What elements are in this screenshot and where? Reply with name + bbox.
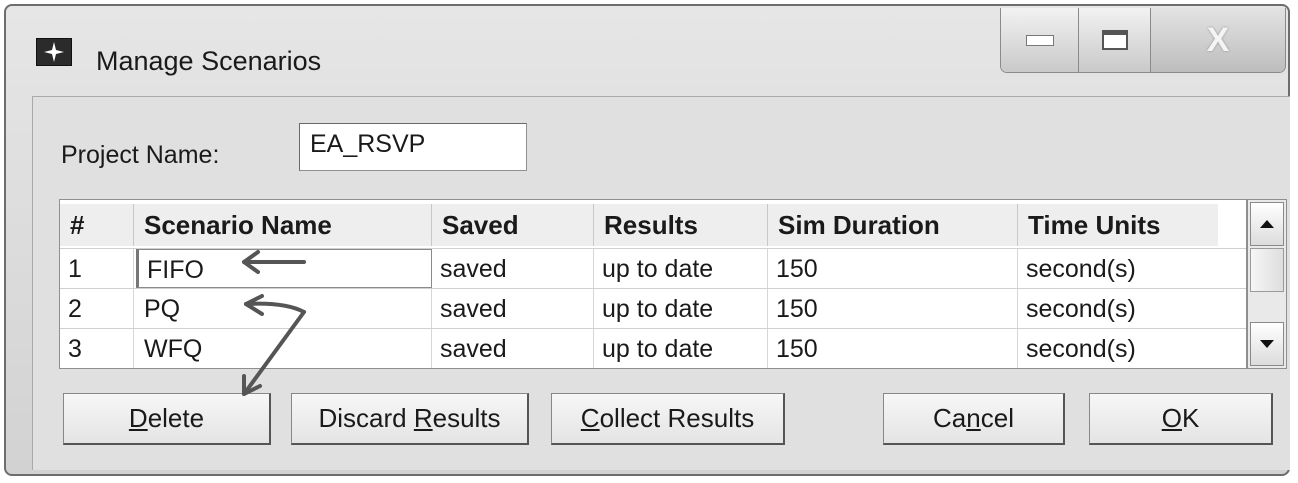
row-number: 2: [60, 289, 134, 328]
cancel-label: Cancel: [933, 403, 1014, 433]
minimize-button[interactable]: [1001, 8, 1079, 72]
maximize-button[interactable]: [1079, 8, 1151, 72]
table-header: # Scenario Name Saved Results Sim Durati…: [60, 200, 1246, 248]
scroll-up-button[interactable]: [1250, 202, 1284, 246]
sim-duration-cell[interactable]: 150: [768, 329, 1018, 368]
project-name-field[interactable]: EA_RSVP: [299, 123, 527, 171]
app-star-icon: [36, 38, 72, 66]
scenario-name-cell[interactable]: WFQ: [134, 329, 432, 368]
sim-duration-cell[interactable]: 150: [768, 289, 1018, 328]
ok-button[interactable]: OK: [1089, 393, 1273, 445]
minimize-icon: [1025, 34, 1054, 46]
results-cell: up to date: [594, 329, 768, 368]
dialog-body: Project Name: EA_RSVP # Scenario Name Sa…: [32, 96, 1290, 470]
cancel-button[interactable]: Cancel: [883, 393, 1065, 445]
ok-label: OK: [1161, 403, 1200, 433]
close-button[interactable]: X: [1151, 8, 1285, 72]
column-header-saved[interactable]: Saved: [432, 204, 594, 246]
time-units-cell[interactable]: second(s): [1018, 329, 1218, 368]
scenario-name-cell[interactable]: FIFO: [136, 249, 432, 288]
row-number: 1: [60, 249, 134, 288]
saved-cell: saved: [432, 329, 594, 368]
window-title: Manage Scenarios: [96, 46, 322, 76]
saved-cell: saved: [432, 249, 594, 288]
time-units-cell[interactable]: second(s): [1018, 289, 1218, 328]
collect-results-label: Collect Results: [580, 403, 755, 433]
project-name-label: Project Name:: [61, 141, 220, 169]
column-header-time-units[interactable]: Time Units: [1018, 204, 1218, 246]
caption-buttons: X: [1000, 8, 1286, 73]
discard-results-label: Discard Results: [318, 403, 501, 433]
time-units-cell[interactable]: second(s): [1018, 249, 1218, 288]
scenario-name-cell[interactable]: PQ: [134, 289, 432, 328]
scrollbar-thumb[interactable]: [1250, 248, 1284, 292]
column-header-results[interactable]: Results: [594, 204, 768, 246]
discard-results-button[interactable]: Discard Results: [291, 393, 529, 445]
row-number: 3: [60, 329, 134, 368]
scroll-down-arrow-icon: [1260, 340, 1274, 348]
table-row[interactable]: 2 PQ saved up to date 150 second(s): [60, 288, 1246, 328]
collect-results-button[interactable]: Collect Results: [551, 393, 785, 445]
table-row[interactable]: 3 WFQ saved up to date 150 second(s): [60, 328, 1246, 368]
maximize-icon: [1101, 30, 1128, 50]
column-header-sim-duration[interactable]: Sim Duration: [768, 204, 1018, 246]
close-icon: X: [1206, 20, 1230, 59]
scroll-up-arrow-icon: [1260, 220, 1274, 228]
delete-label: Delete: [128, 403, 205, 433]
manage-scenarios-window: Manage Scenarios X Project Name: EA_RSVP…: [4, 4, 1290, 476]
title-bar[interactable]: Manage Scenarios X: [6, 6, 1288, 96]
column-header-number[interactable]: #: [60, 204, 134, 246]
table-row[interactable]: 1 FIFO saved up to date 150 second(s): [60, 248, 1246, 288]
table-scrollbar[interactable]: [1247, 199, 1287, 369]
scenario-table: # Scenario Name Saved Results Sim Durati…: [59, 199, 1247, 369]
delete-button[interactable]: Delete: [63, 393, 271, 445]
scroll-down-button[interactable]: [1250, 322, 1284, 366]
results-cell: up to date: [594, 249, 768, 288]
saved-cell: saved: [432, 289, 594, 328]
column-header-scenario-name[interactable]: Scenario Name: [134, 204, 432, 246]
sim-duration-cell[interactable]: 150: [768, 249, 1018, 288]
results-cell: up to date: [594, 289, 768, 328]
